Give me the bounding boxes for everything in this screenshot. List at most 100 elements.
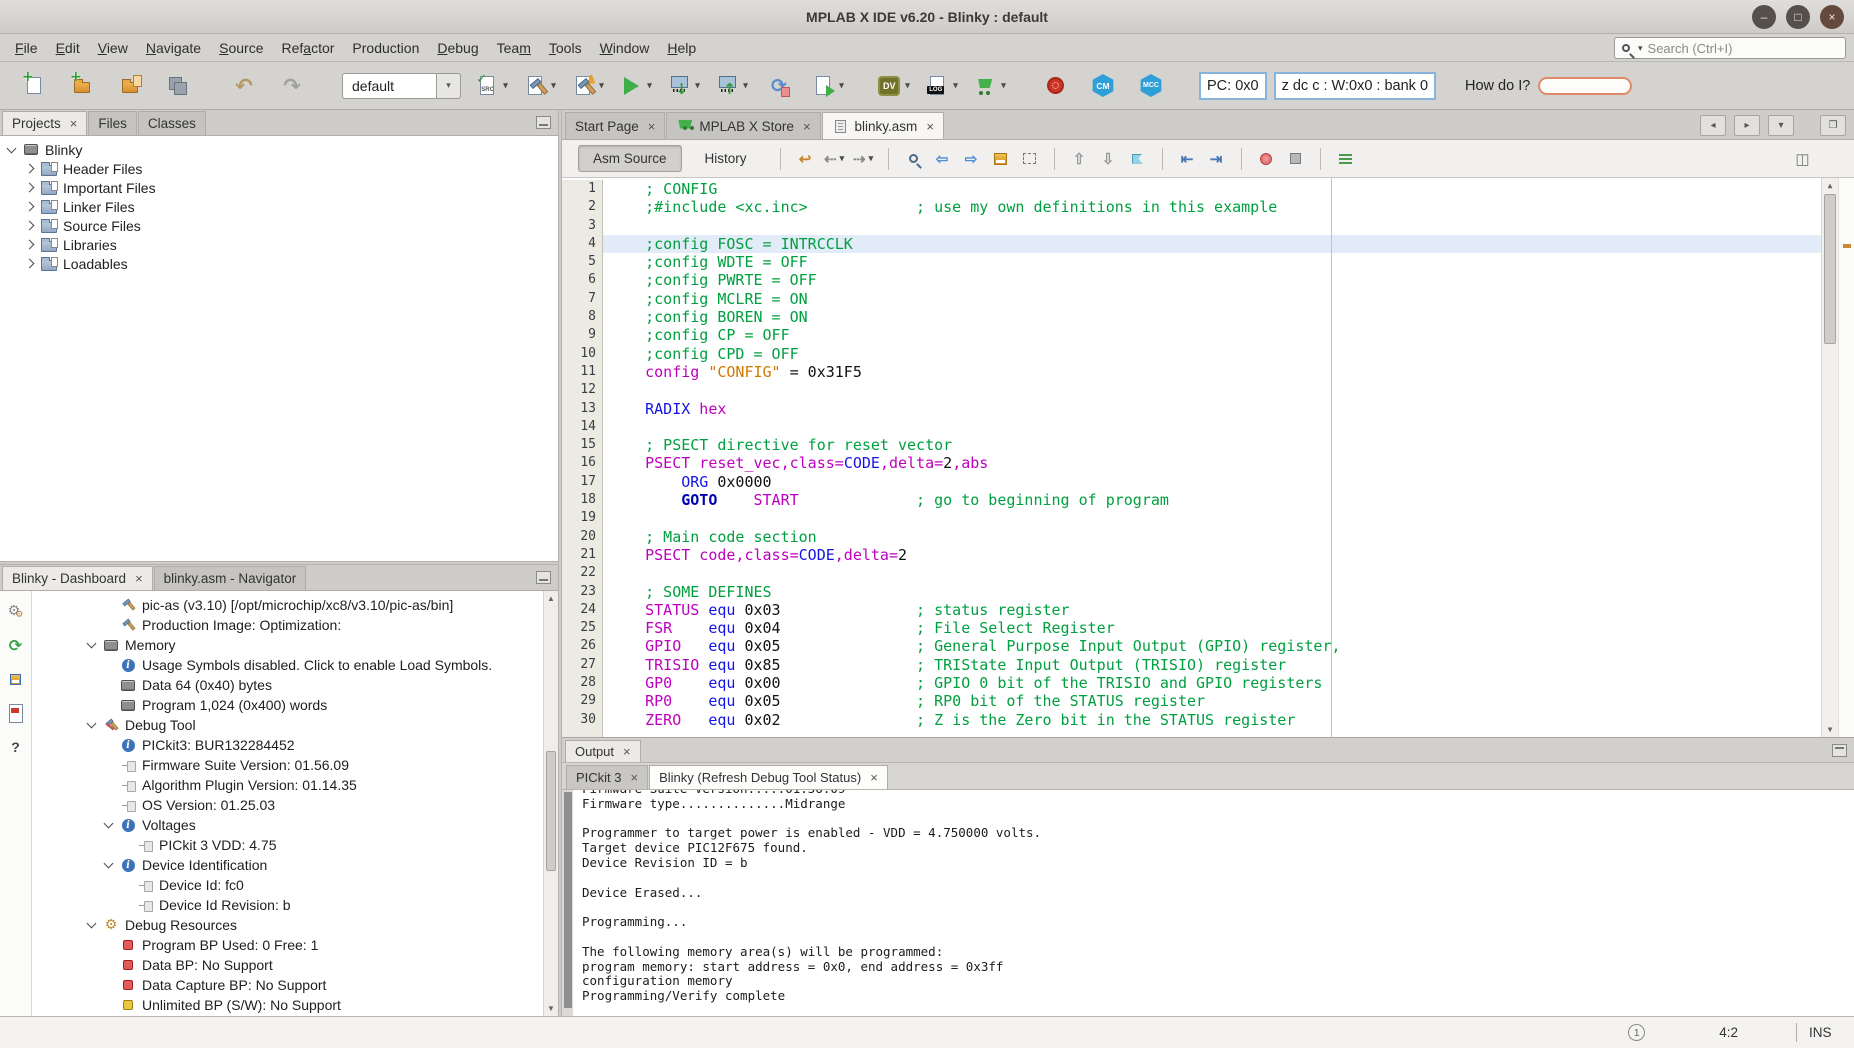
build-project-button[interactable]: ▾ xyxy=(521,68,557,104)
code-line-28[interactable]: 28 GP0 equ 0x00 ; GPIO 0 bit of the TRIS… xyxy=(562,674,1854,692)
output-tab-blinky-refresh-debug-tool-status[interactable]: Blinky (Refresh Debug Tool Status)× xyxy=(649,765,888,789)
chevron-down-icon[interactable]: ▾ xyxy=(839,80,844,91)
insert-mode-indicator[interactable]: INS xyxy=(1796,1023,1842,1042)
code-line-23[interactable]: 23 ; SOME DEFINES xyxy=(562,583,1854,601)
history-button[interactable]: History xyxy=(690,145,762,172)
code-line-1[interactable]: 1 ; CONFIG xyxy=(562,180,1854,198)
code-line-25[interactable]: 25 FSR equ 0x04 ; File Select Register xyxy=(562,619,1854,637)
close-icon[interactable]: × xyxy=(631,770,639,785)
chevron-right-icon[interactable] xyxy=(25,183,35,193)
code-line-12[interactable]: 12 xyxy=(562,381,1854,399)
code-line-27[interactable]: 27 TRISIO equ 0x85 ; TRIState Input Outp… xyxy=(562,656,1854,674)
rect-selection-button[interactable] xyxy=(1018,147,1041,171)
code-line-10[interactable]: 10 ;config CPD = OFF xyxy=(562,345,1854,363)
code-line-18[interactable]: 18 GOTO START ; go to beginning of progr… xyxy=(562,491,1854,509)
code-line-24[interactable]: 24 STATUS equ 0x03 ; status register xyxy=(562,601,1854,619)
code-line-8[interactable]: 8 ;config BOREN = ON xyxy=(562,308,1854,326)
maximize-button[interactable]: □ xyxy=(1786,5,1810,29)
dashboard-item-pic-as-v3-10-opt-microchip-xc8-v3-10-pic-as-bin[interactable]: pic-as (v3.10) [/opt/microchip/xc8/v3.10… xyxy=(32,595,558,615)
chevron-down-icon[interactable]: ▾ xyxy=(599,80,604,91)
shift-left-button[interactable]: ⇤ xyxy=(1176,147,1199,171)
code-line-5[interactable]: 5 ;config WDTE = OFF xyxy=(562,253,1854,271)
scroll-up-icon[interactable]: ▲ xyxy=(547,594,555,603)
scroll-down-icon[interactable]: ▼ xyxy=(1828,725,1833,734)
content-manager-button[interactable]: CM xyxy=(1085,68,1121,104)
chevron-right-icon[interactable] xyxy=(25,259,35,269)
scrollbar-thumb[interactable] xyxy=(546,751,556,871)
new-file-button[interactable]: + xyxy=(16,68,52,104)
code-line-20[interactable]: 20 ; Main code section xyxy=(562,528,1854,546)
tree-item-blinky[interactable]: Blinky xyxy=(0,140,558,159)
dashboard-item-unlimited-bp-s-w-no-support[interactable]: Unlimited BP (S/W): No Support xyxy=(32,995,558,1015)
chevron-down-icon[interactable]: ▾ xyxy=(743,80,748,91)
chevron-down-icon[interactable] xyxy=(7,143,17,153)
editor-tab-blinky-asm[interactable]: blinky.asm× xyxy=(822,112,944,139)
editor-scrollbar[interactable]: ▲ ▼ xyxy=(1821,178,1838,737)
find-selection-button[interactable] xyxy=(902,147,925,171)
code-line-2[interactable]: 2 ;#include <xc.inc> ; use my own defini… xyxy=(562,198,1854,216)
chevron-down-icon[interactable] xyxy=(87,639,97,649)
menu-file[interactable]: File xyxy=(6,36,47,60)
tree-item-header-files[interactable]: Header Files xyxy=(0,159,558,178)
menu-help[interactable]: Help xyxy=(658,36,705,60)
projects-tab-files[interactable]: Files xyxy=(88,111,137,135)
chevron-down-icon[interactable]: ▾ xyxy=(647,80,652,91)
chevron-down-icon[interactable]: ▾ xyxy=(953,80,958,91)
dashboard-item-os-version-01-25-03[interactable]: OS Version: 01.25.03 xyxy=(32,795,558,815)
close-button[interactable]: × xyxy=(1820,5,1844,29)
chevron-right-icon[interactable] xyxy=(25,164,35,174)
menu-team[interactable]: Team xyxy=(488,36,540,60)
make-program-device-button[interactable]: ↓▾ xyxy=(665,68,701,104)
dashboard-item-pickit-3-vdd-4-75[interactable]: PICkit 3 VDD: 4.75 xyxy=(32,835,558,855)
find-previous-button[interactable]: ⇦ xyxy=(931,147,954,171)
back-button[interactable]: ⇠▾ xyxy=(823,147,846,171)
maximize-output-button[interactable] xyxy=(1832,744,1847,757)
chevron-down-icon[interactable]: ▾ xyxy=(695,80,700,91)
open-project-button[interactable] xyxy=(112,68,148,104)
mcc-button[interactable]: MCC xyxy=(1133,68,1169,104)
dashboard-item-pickit3-bur132284452[interactable]: iPICkit3: BUR132284452 xyxy=(32,735,558,755)
project-properties-button[interactable]: ⚙⚙ xyxy=(6,601,26,621)
projects-tab-classes[interactable]: Classes xyxy=(138,111,206,135)
breakpoint-window-button[interactable] xyxy=(6,669,26,689)
run-project-button[interactable]: ▾ xyxy=(617,68,653,104)
scroll-down-icon[interactable]: ▼ xyxy=(547,1004,555,1013)
chevron-right-icon[interactable] xyxy=(25,221,35,231)
dashboard-tab-blinky-dashboard[interactable]: Blinky - Dashboard× xyxy=(2,566,153,590)
scroll-tabs-right-button[interactable]: ▸ xyxy=(1734,115,1760,136)
dashboard-item-program-bp-used-0-free-1[interactable]: Program BP Used: 0 Free: 1 xyxy=(32,935,558,955)
menu-debug[interactable]: Debug xyxy=(428,36,487,60)
close-icon[interactable]: × xyxy=(135,571,143,586)
code-line-19[interactable]: 19 xyxy=(562,509,1854,527)
pc-register-field[interactable]: PC: 0x0 xyxy=(1199,72,1267,100)
search-input[interactable]: ▾ Search (Ctrl+I) xyxy=(1614,37,1846,59)
chevron-right-icon[interactable] xyxy=(25,240,35,250)
close-icon[interactable]: × xyxy=(870,770,878,785)
comment-button[interactable] xyxy=(1334,147,1357,171)
refresh-debug-tool-button[interactable]: ⟳ xyxy=(761,68,797,104)
scroll-up-icon[interactable]: ▲ xyxy=(1828,181,1833,190)
close-icon[interactable]: × xyxy=(623,744,631,759)
tree-item-source-files[interactable]: Source Files xyxy=(0,216,558,235)
status-register-field[interactable]: z dc c : W:0x0 : bank 0 xyxy=(1274,72,1436,100)
chevron-down-icon[interactable] xyxy=(87,719,97,729)
mplab-store-button[interactable]: ▾ xyxy=(971,68,1007,104)
tree-item-loadables[interactable]: Loadables xyxy=(0,254,558,273)
log-viewer-button[interactable]: LOG▾ xyxy=(923,68,959,104)
minimize-panel-button[interactable] xyxy=(536,571,551,584)
clean-build-project-button[interactable]: ▾ xyxy=(569,68,605,104)
stop-macro-button[interactable] xyxy=(1284,147,1307,171)
code-line-29[interactable]: 29 RP0 equ 0x05 ; RP0 bit of the STATUS … xyxy=(562,692,1854,710)
code-line-14[interactable]: 14 xyxy=(562,418,1854,436)
code-line-9[interactable]: 9 ;config CP = OFF xyxy=(562,326,1854,344)
dashboard-item-device-identification[interactable]: iDevice Identification xyxy=(32,855,558,875)
data-visualizer-button[interactable]: DV▾ xyxy=(875,68,911,104)
notifications-icon[interactable]: 1 xyxy=(1628,1024,1645,1041)
code-line-15[interactable]: 15 ; PSECT directive for reset vector xyxy=(562,436,1854,454)
editor-tab-mplab-x-store[interactable]: MPLAB X Store× xyxy=(666,112,820,139)
code-line-11[interactable]: 11 config "CONFIG" = 0x31F5 xyxy=(562,363,1854,381)
chevron-right-icon[interactable] xyxy=(25,202,35,212)
projects-tab-projects[interactable]: Projects× xyxy=(2,111,87,135)
dashboard-item-data-capture-bp-no-support[interactable]: Data Capture BP: No Support xyxy=(32,975,558,995)
code-line-17[interactable]: 17 ORG 0x0000 xyxy=(562,473,1854,491)
